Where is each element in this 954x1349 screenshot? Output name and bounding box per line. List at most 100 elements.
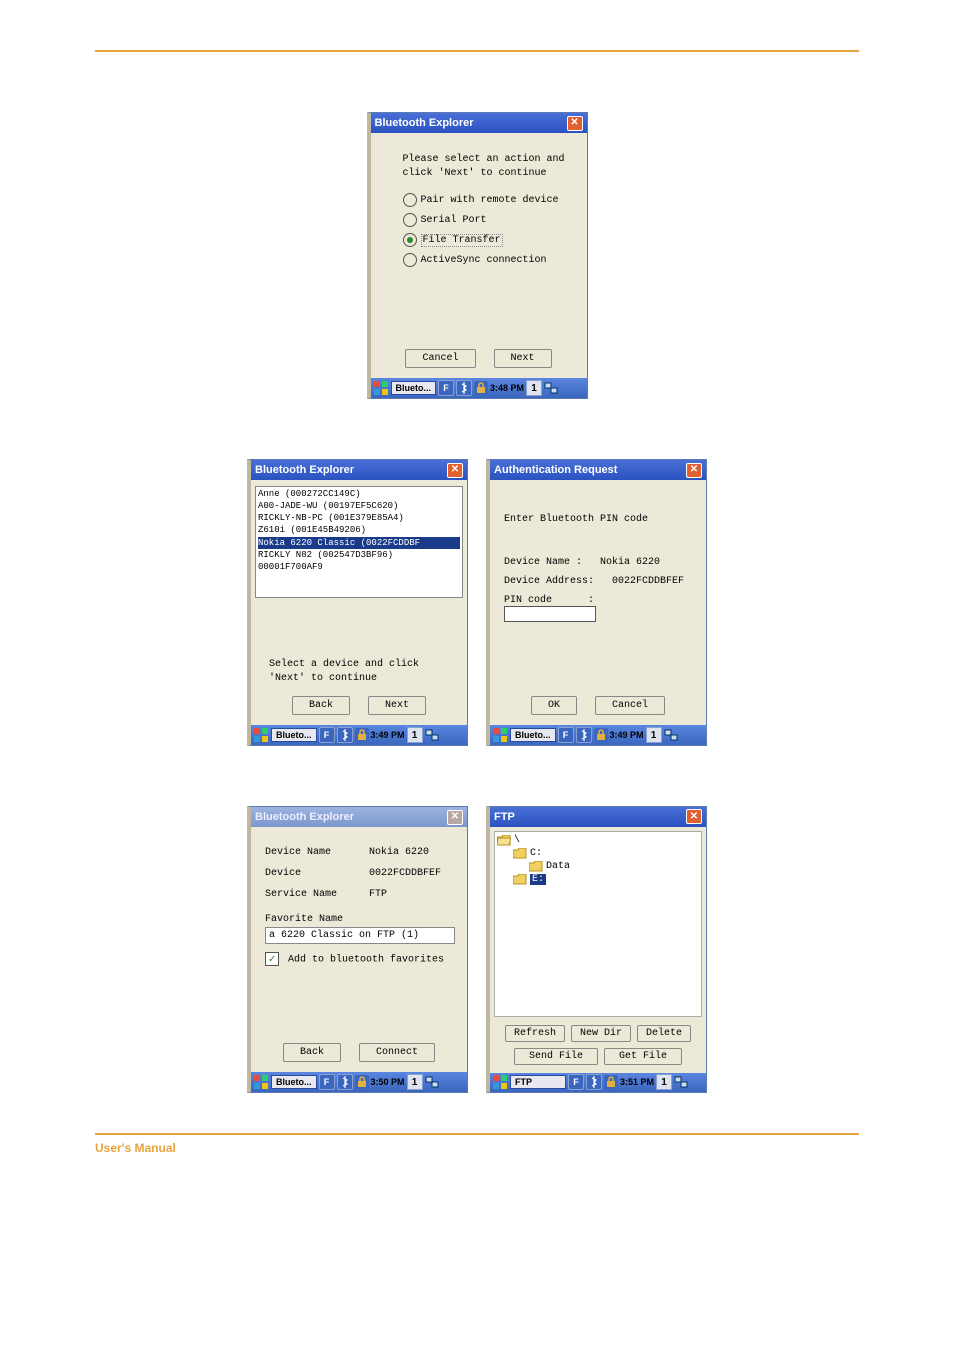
taskbar-app[interactable]: Blueto...	[391, 381, 437, 395]
taskbar-app[interactable]: Blueto...	[510, 728, 556, 742]
list-item[interactable]: RICKLY N82 (002547D3BF96)	[258, 549, 460, 561]
next-button[interactable]: Next	[368, 696, 426, 715]
taskbar: Blueto... F 3:49 PM 1	[251, 725, 467, 745]
lock-icon[interactable]	[355, 1075, 369, 1089]
titlebar: Bluetooth Explorer ✕	[371, 113, 587, 133]
taskbar-time: 3:49 PM	[610, 730, 644, 740]
bluetooth-icon[interactable]	[576, 727, 592, 743]
list-item[interactable]: RICKLY-NB-PC (001E379E85A4)	[258, 512, 460, 524]
network-icon[interactable]	[674, 1075, 688, 1089]
device-name-label: Device Name	[265, 847, 363, 858]
taskbar-app[interactable]: Blueto...	[271, 728, 317, 742]
tree-item[interactable]: E:	[497, 873, 699, 886]
window-title: Bluetooth Explorer	[375, 117, 474, 129]
list-item[interactable]: A00-JADE-WU (00197EF5C620)	[258, 500, 460, 512]
tray-f-icon[interactable]: F	[319, 1074, 335, 1090]
refresh-button[interactable]: Refresh	[505, 1025, 565, 1042]
back-button[interactable]: Back	[283, 1043, 341, 1062]
start-icon[interactable]	[492, 1074, 508, 1090]
tray-f-icon[interactable]: F	[319, 727, 335, 743]
connect-button[interactable]: Connect	[359, 1043, 435, 1062]
list-item[interactable]: Nokia 6220 Classic (0022FCDDBF	[258, 537, 460, 549]
tree-item[interactable]: Data	[497, 860, 699, 873]
bluetooth-icon[interactable]	[586, 1074, 602, 1090]
list-item[interactable]: Z610i (001E45B49206)	[258, 524, 460, 536]
network-icon[interactable]	[425, 728, 439, 742]
taskbar-app[interactable]: Blueto...	[271, 1075, 317, 1089]
indicator-1[interactable]: 1	[407, 727, 423, 743]
service-name-label: Service Name	[265, 889, 363, 900]
start-icon[interactable]	[492, 727, 508, 743]
start-icon[interactable]	[253, 1074, 269, 1090]
device-name-value: Nokia 6220	[600, 557, 660, 568]
instruction-text: Please select an action and click 'Next'…	[403, 153, 569, 181]
folder-icon	[529, 861, 543, 872]
lock-icon[interactable]	[604, 1075, 618, 1089]
next-button[interactable]: Next	[494, 349, 552, 368]
close-icon[interactable]: ✕	[686, 809, 702, 824]
radio-option[interactable]: Serial Port	[403, 213, 577, 227]
device-list[interactable]: Anne (000272CC149C)A00-JADE-WU (00197EF5…	[255, 486, 463, 598]
pin-code-input[interactable]	[504, 606, 596, 622]
folder-icon	[513, 848, 527, 859]
tray-f-icon[interactable]: F	[568, 1074, 584, 1090]
indicator-1[interactable]: 1	[656, 1074, 672, 1090]
bluetooth-icon[interactable]	[337, 727, 353, 743]
cancel-button[interactable]: Cancel	[595, 696, 665, 715]
radio-option[interactable]: ActiveSync connection	[403, 253, 577, 267]
tree-item[interactable]: C:	[497, 847, 699, 860]
taskbar-app[interactable]: FTP	[510, 1075, 566, 1089]
window-bt-explorer-action: Bluetooth Explorer ✕ Please select an ac…	[367, 112, 588, 399]
radio-option[interactable]: Pair with remote device	[403, 193, 577, 207]
favorite-name-label: Favorite Name	[265, 914, 455, 925]
bluetooth-icon[interactable]	[337, 1074, 353, 1090]
ftp-tree[interactable]: \C:DataE:	[494, 831, 702, 1017]
list-item[interactable]: Anne (000272CC149C)	[258, 488, 460, 500]
indicator-1[interactable]: 1	[646, 727, 662, 743]
favorite-name-input[interactable]: a 6220 Classic on FTP (1)	[265, 927, 455, 944]
window-ftp: FTP ✕ \C:DataE: Refresh New Dir Delete S…	[486, 806, 707, 1093]
close-icon[interactable]: ✕	[567, 116, 583, 131]
network-icon[interactable]	[544, 381, 558, 395]
send-file-button[interactable]: Send File	[514, 1048, 598, 1065]
device-value: 0022FCDDBFEF	[369, 868, 441, 879]
radio-icon[interactable]	[403, 193, 417, 207]
taskbar-time: 3:48 PM	[490, 383, 524, 393]
lock-icon[interactable]	[355, 728, 369, 742]
list-item[interactable]: 00001F700AF9	[258, 561, 460, 573]
folder-icon	[513, 874, 527, 885]
lock-icon[interactable]	[474, 381, 488, 395]
add-favorites-label: Add to bluetooth favorites	[288, 955, 444, 966]
tree-item[interactable]: \	[497, 834, 699, 847]
radio-icon[interactable]	[403, 253, 417, 267]
radio-icon[interactable]	[403, 213, 417, 227]
radio-option[interactable]: File Transfer	[403, 233, 577, 247]
network-icon[interactable]	[425, 1075, 439, 1089]
cancel-button[interactable]: Cancel	[405, 349, 475, 368]
window-bt-explorer-list: Bluetooth Explorer ✕ Anne (000272CC149C)…	[247, 459, 468, 746]
start-icon[interactable]	[373, 380, 389, 396]
network-icon[interactable]	[664, 728, 678, 742]
service-name-value: FTP	[369, 889, 387, 900]
close-icon[interactable]: ✕	[686, 463, 702, 478]
get-file-button[interactable]: Get File	[604, 1048, 682, 1065]
lock-icon[interactable]	[594, 728, 608, 742]
titlebar: Bluetooth Explorer ✕	[251, 807, 467, 827]
ok-button[interactable]: OK	[531, 696, 577, 715]
indicator-1[interactable]: 1	[526, 380, 542, 396]
radio-icon[interactable]	[403, 233, 417, 247]
new-dir-button[interactable]: New Dir	[571, 1025, 631, 1042]
close-icon[interactable]: ✕	[447, 463, 463, 478]
back-button[interactable]: Back	[292, 696, 350, 715]
tray-f-icon[interactable]: F	[438, 380, 454, 396]
bluetooth-icon[interactable]	[456, 380, 472, 396]
tray-f-icon[interactable]: F	[558, 727, 574, 743]
indicator-1[interactable]: 1	[407, 1074, 423, 1090]
instruction-text: Select a device and click 'Next' to cont…	[269, 658, 459, 686]
delete-button[interactable]: Delete	[637, 1025, 691, 1042]
taskbar: FTP F 3:51 PM 1	[490, 1073, 706, 1093]
start-icon[interactable]	[253, 727, 269, 743]
taskbar: Blueto... F 3:50 PM 1	[251, 1072, 467, 1092]
add-favorites-checkbox[interactable]: ✓	[265, 952, 279, 966]
close-icon[interactable]: ✕	[447, 810, 463, 825]
